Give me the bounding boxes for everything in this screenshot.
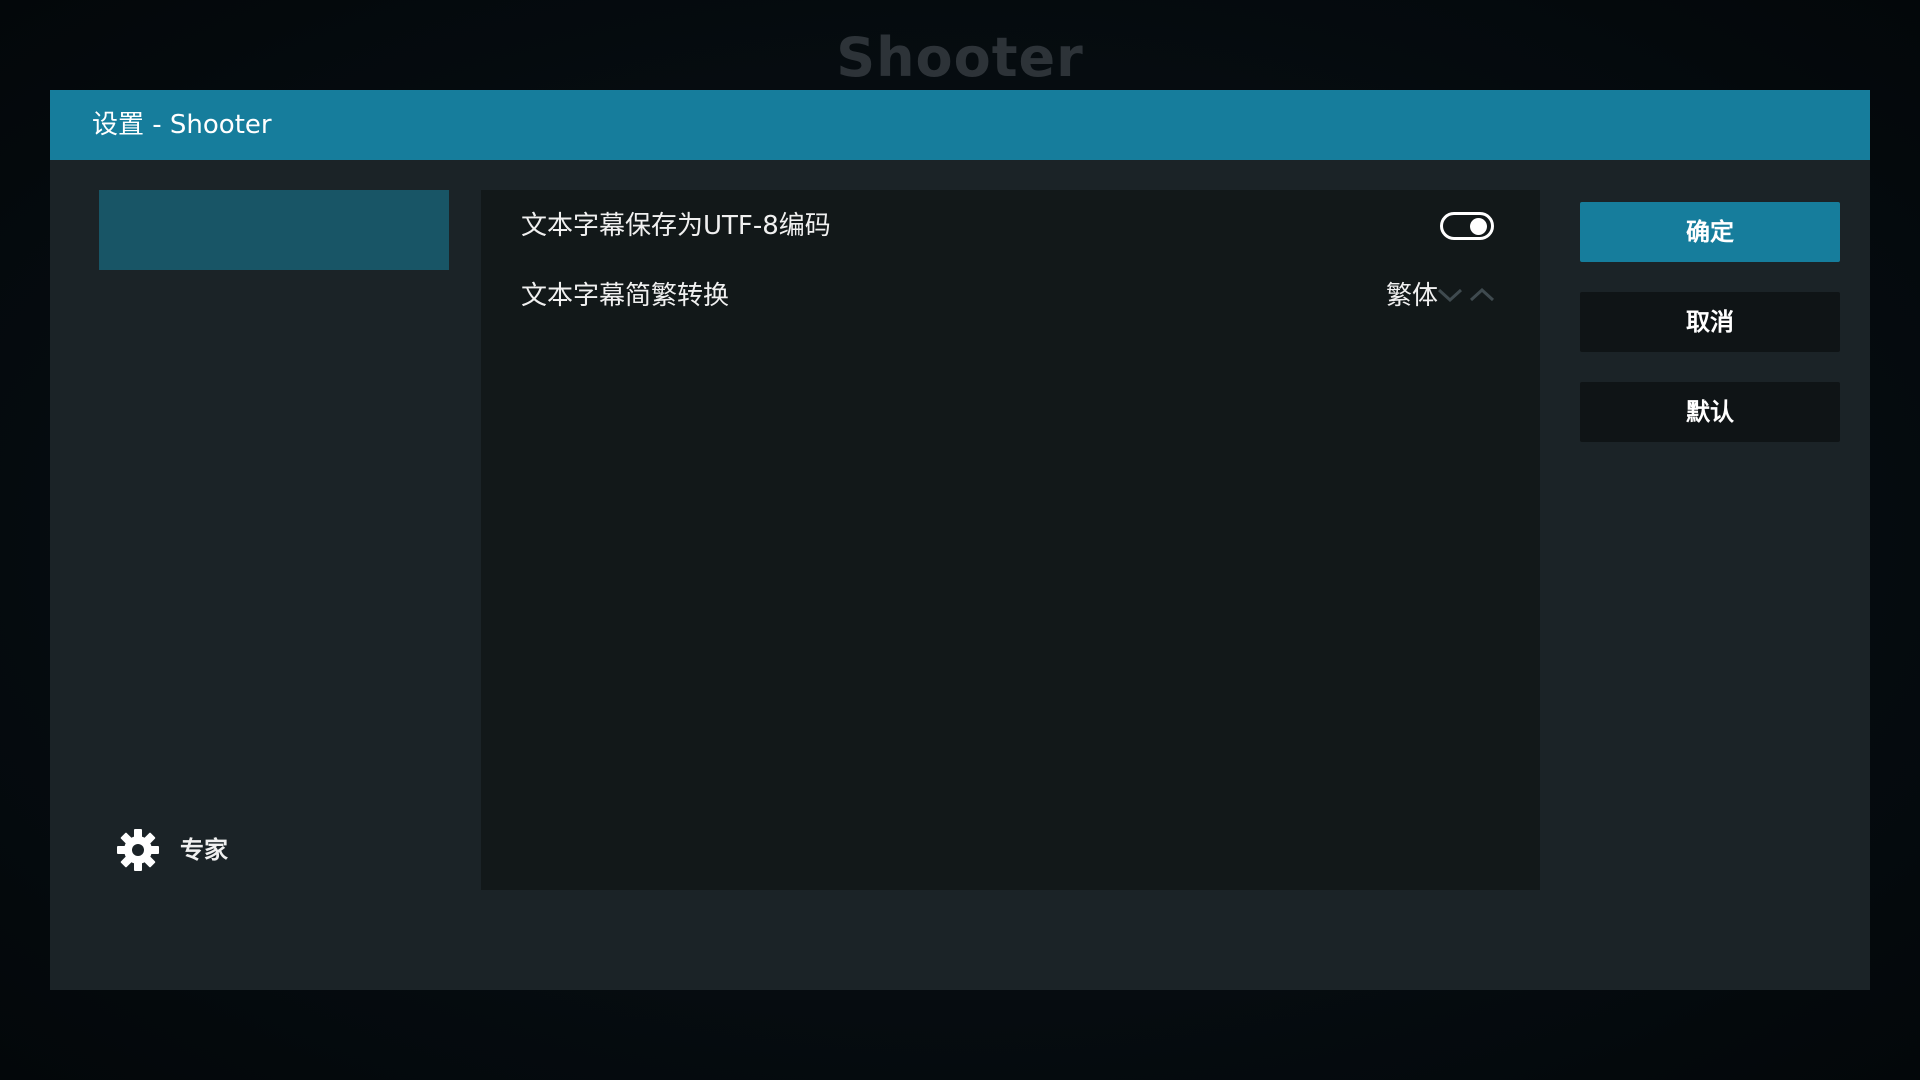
setting-row-conversion[interactable]: 文本字幕简繁转换 繁体 (481, 263, 1540, 329)
setting-label: 文本字幕简繁转换 (521, 281, 730, 311)
dialog-title: 设置 - Shooter (92, 110, 272, 140)
dialog-header: 设置 - Shooter (50, 90, 1870, 160)
settings-dialog: 设置 - Shooter 文本字幕保存为UTF-8编码 文本字幕简繁转换 繁体 … (50, 90, 1870, 990)
toggle-knob (1470, 218, 1487, 235)
settings-list: 文本字幕保存为UTF-8编码 文本字幕简繁转换 繁体 (481, 190, 1540, 890)
chevron-up-icon[interactable] (1468, 283, 1496, 307)
ok-button[interactable]: 确定 (1580, 202, 1840, 262)
chevron-down-icon[interactable] (1436, 283, 1464, 307)
setting-label: 文本字幕保存为UTF-8编码 (521, 211, 831, 241)
category-item-selected[interactable] (99, 190, 449, 270)
gear-icon (117, 829, 159, 871)
cancel-button[interactable]: 取消 (1580, 292, 1840, 352)
background-title: Shooter (836, 26, 1084, 89)
toggle-switch[interactable] (1440, 212, 1494, 240)
default-button[interactable]: 默认 (1580, 382, 1840, 442)
setting-value: 繁体 (1386, 281, 1439, 311)
setting-row-utf8[interactable]: 文本字幕保存为UTF-8编码 (481, 193, 1540, 259)
settings-level-label: 专家 (180, 836, 228, 864)
